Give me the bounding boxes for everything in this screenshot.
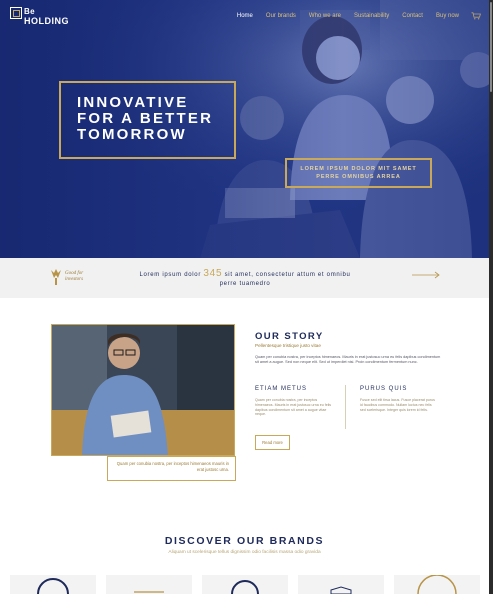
main-nav: Home Our brands Who we are Sustainabilit… — [224, 12, 481, 20]
story-subtitle: Pellentesque tristique justo vitae — [255, 343, 321, 348]
hero-tagline: LOREM IPSUM DOLOR MIT SAMET PERRE OMNIBU… — [300, 166, 417, 180]
brand-card-1[interactable] — [10, 575, 96, 594]
brand-card-4[interactable] — [298, 575, 384, 594]
story-body: Quam per conubia nostra, per inceptos hi… — [255, 355, 441, 365]
hero-section: Be HOLDING Home Our brands Who we are Su… — [0, 0, 489, 258]
column-divider — [345, 385, 346, 429]
story-caption: Quam per conubia nostra, per inceptos hi… — [116, 461, 229, 472]
read-more-button[interactable]: Read more — [255, 435, 290, 450]
nav-contact[interactable]: Contact — [402, 13, 423, 19]
story-title: OUR STORY — [255, 331, 324, 342]
cart-icon[interactable] — [471, 12, 481, 20]
long-arrow-right-icon[interactable] — [412, 271, 440, 279]
hero-headline: INNOVATIVE FOR A BETTER TOMORROW — [77, 94, 214, 143]
logo-text-holding: HOLDING — [24, 16, 69, 26]
good-for-investors-label: Good for investors — [65, 271, 84, 282]
brand-logo-4-icon — [330, 586, 352, 594]
man-reading-photo — [52, 325, 234, 455]
brands-subtitle: Aliquam ut scelerisque tellus dignissim … — [168, 550, 321, 555]
col-etiam-body: Quam per conubia nostra, per inceptos hi… — [255, 398, 332, 417]
nav-sustainability[interactable]: Sustainability — [354, 13, 389, 19]
brand-card-5[interactable] — [394, 575, 480, 594]
laurel-badge-icon — [51, 269, 61, 285]
col-purus-title: PURUS QUIS — [360, 386, 408, 392]
band-number: 345 — [203, 268, 223, 279]
brand-card-2[interactable] — [106, 575, 192, 594]
logo-inner-square-icon — [13, 10, 20, 17]
scrollbar-thumb[interactable] — [490, 2, 492, 92]
brand-logo-1-icon — [37, 578, 69, 594]
nav-home[interactable]: Home — [237, 13, 253, 19]
hero-headline-frame: INNOVATIVE FOR A BETTER TOMORROW — [59, 81, 236, 159]
band-text-before: Lorem ipsum dolor — [139, 272, 204, 278]
nav-who-we-are[interactable]: Who we are — [309, 13, 341, 19]
hero-tagline-frame: LOREM IPSUM DOLOR MIT SAMET PERRE OMNIBU… — [285, 158, 432, 188]
band-text: Lorem ipsum dolor 345 sit amet, consecte… — [130, 269, 360, 289]
brands-title: DISCOVER OUR BRANDS — [164, 535, 325, 547]
brand-card-3[interactable] — [202, 575, 288, 594]
brand-logo-3-icon — [231, 580, 259, 594]
story-photo — [51, 324, 235, 456]
logo-text-be: Be — [24, 7, 35, 16]
logo[interactable]: Be HOLDING — [10, 7, 80, 27]
col-purus-body: Fusce sed elit tirsa lacus. Fusce placer… — [360, 398, 435, 412]
brand-logo-2-icon — [134, 591, 164, 593]
col-etiam-title: ETIAM METUS — [255, 386, 308, 392]
brand-logo-5-icon — [417, 575, 457, 594]
story-caption-frame: Quam per conubia nostra, per inceptos hi… — [107, 456, 236, 481]
band-text-after: sit amet, consectetur attum et omnibu pe… — [219, 272, 351, 287]
nav-buy-now[interactable]: Buy now — [436, 13, 459, 19]
nav-our-brands[interactable]: Our brands — [266, 13, 296, 19]
